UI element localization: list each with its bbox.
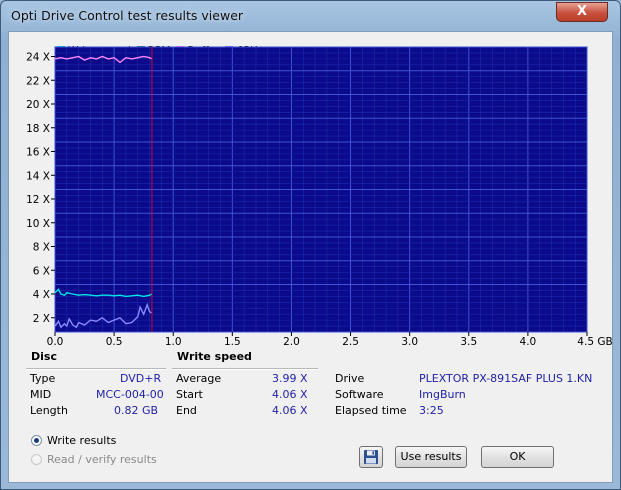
disc-heading: Disc <box>31 350 57 363</box>
y-tick-label: 2 X <box>33 313 50 325</box>
drive-value: PLEXTOR PX-891SAF PLUS 1.KN <box>419 372 593 385</box>
write-speed-chart: 2 X 4 X 6 X 8 X 10 X 12 X 14 X 16 X 18 X 20 X 22 X… <box>26 46 612 348</box>
separator-write-speed <box>172 368 318 370</box>
close-button[interactable]: X <box>556 2 608 22</box>
y-tick-label: 4 X <box>33 289 50 301</box>
write-results-option[interactable]: Write results <box>31 434 116 447</box>
average-label: Average <box>176 372 222 385</box>
drive-label: Drive <box>335 372 365 385</box>
use-results-button[interactable]: Use results <box>395 446 467 468</box>
x-tick-label: 1.0 <box>165 336 182 348</box>
write-results-label: Write results <box>47 434 117 447</box>
separator-disc <box>26 368 166 370</box>
x-tick-label: 3.0 <box>401 336 418 348</box>
end-label: End <box>176 404 197 417</box>
end-value: 4.06 X <box>272 404 308 417</box>
window-title: Opti Drive Control test results viewer <box>11 8 244 23</box>
y-tick-label: 10 X <box>26 218 50 230</box>
disc-type-value: DVD+R <box>120 372 162 385</box>
y-tick-label: 14 X <box>26 170 50 182</box>
read-verify-results-radio <box>31 454 42 465</box>
software-label: Software <box>335 388 384 401</box>
write-results-radio[interactable] <box>31 435 42 446</box>
y-tick-label: 20 X <box>26 99 50 111</box>
start-value: 4.06 X <box>272 388 308 401</box>
ok-button[interactable]: OK <box>481 446 554 468</box>
software-value: ImgBurn <box>419 388 466 401</box>
read-verify-results-label: Read / verify results <box>47 453 157 466</box>
disc-mid-value: MCC-004-00 <box>96 388 164 401</box>
x-tick-label: 4.0 <box>520 336 537 348</box>
floppy-disk-icon <box>364 450 378 464</box>
title-bar[interactable]: Opti Drive Control test results viewer X <box>1 1 620 31</box>
x-tick-label: 4.5 GB <box>577 336 612 348</box>
write-speed-heading: Write speed <box>177 350 252 363</box>
disc-length-label: Length <box>30 404 68 417</box>
average-value: 3.99 X <box>272 372 308 385</box>
close-icon: X <box>576 4 588 19</box>
y-tick-label: 12 X <box>26 194 50 206</box>
x-tick-label: 0.5 <box>106 336 123 348</box>
elapsed-time-value: 3:25 <box>419 404 444 417</box>
read-verify-results-option: Read / verify results <box>31 453 157 466</box>
y-tick-label: 8 X <box>33 242 50 254</box>
y-tick-label: 22 X <box>26 75 50 87</box>
save-button[interactable] <box>359 446 383 468</box>
y-tick-label: 16 X <box>26 147 50 159</box>
x-tick-label: 3.5 <box>460 336 477 348</box>
disc-length-value: 0.82 GB <box>114 404 159 417</box>
y-tick-label: 24 X <box>26 52 50 64</box>
client-area: Write speed RPM Buffer CPU usage 2 X4 X6… <box>8 31 613 483</box>
disc-type-label: Type <box>30 372 56 385</box>
x-tick-label: 2.0 <box>283 336 300 348</box>
app-window: Opti Drive Control test results viewer X… <box>0 0 621 490</box>
start-label: Start <box>176 388 203 401</box>
y-tick-label: 6 X <box>33 265 50 277</box>
x-tick-label: 0.0 <box>47 336 64 348</box>
y-tick-label: 18 X <box>26 123 50 135</box>
x-tick-label: 1.5 <box>224 336 241 348</box>
x-tick-label: 2.5 <box>342 336 359 348</box>
disc-mid-label: MID <box>30 388 52 401</box>
elapsed-time-label: Elapsed time <box>335 404 407 417</box>
